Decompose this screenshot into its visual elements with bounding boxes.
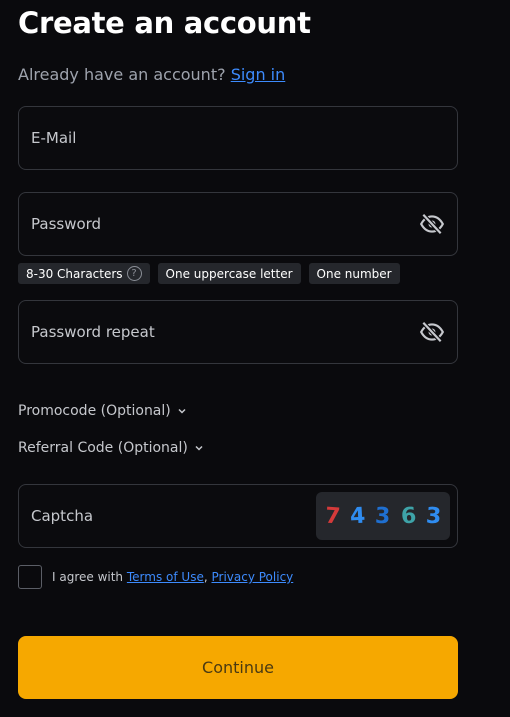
password-field[interactable] bbox=[18, 192, 458, 256]
promocode-label: Promocode (Optional) bbox=[18, 403, 171, 419]
terms-checkbox[interactable] bbox=[18, 565, 42, 589]
captcha-image: 7 4 3 6 3 bbox=[316, 492, 450, 540]
privacy-link[interactable]: Privacy Policy bbox=[211, 570, 293, 584]
terms-link[interactable]: Terms of Use bbox=[127, 570, 204, 584]
captcha-digit: 6 bbox=[399, 502, 417, 530]
signin-prompt: Already have an account? bbox=[18, 65, 226, 84]
signin-line: Already have an account? Sign in bbox=[18, 65, 285, 84]
password-rules: 8-30 Characters ? One uppercase letter O… bbox=[18, 263, 400, 284]
rule-length-chip: 8-30 Characters ? bbox=[18, 263, 150, 284]
captcha-digit: 3 bbox=[374, 503, 392, 529]
eye-off-icon[interactable] bbox=[419, 319, 445, 345]
captcha-field[interactable]: 7 4 3 6 3 bbox=[18, 484, 458, 548]
help-circle-icon[interactable]: ? bbox=[126, 266, 142, 281]
chevron-down-icon bbox=[178, 408, 186, 414]
promocode-toggle[interactable]: Promocode (Optional) bbox=[18, 403, 187, 419]
terms-agreement: I agree with Terms of Use, Privacy Polic… bbox=[18, 565, 293, 589]
password-repeat-field[interactable] bbox=[18, 300, 458, 364]
chevron-down-icon bbox=[195, 445, 203, 451]
referral-toggle[interactable]: Referral Code (Optional) bbox=[18, 440, 204, 456]
email-input[interactable] bbox=[31, 107, 401, 169]
agree-separator: , bbox=[203, 570, 208, 584]
continue-button[interactable]: Continue bbox=[18, 636, 458, 699]
referral-label: Referral Code (Optional) bbox=[18, 440, 188, 456]
email-field[interactable] bbox=[18, 106, 458, 170]
signin-link[interactable]: Sign in bbox=[231, 65, 286, 84]
rule-length-label: 8-30 Characters bbox=[26, 266, 123, 281]
captcha-digit: 4 bbox=[349, 503, 367, 529]
rule-number-chip: One number bbox=[308, 263, 400, 284]
password-repeat-input[interactable] bbox=[31, 301, 401, 363]
password-input[interactable] bbox=[31, 193, 401, 255]
eye-off-icon[interactable] bbox=[419, 211, 445, 237]
agree-prefix: I agree with bbox=[52, 570, 124, 584]
signup-page: Create an account Already have an accoun… bbox=[0, 0, 510, 717]
rule-number-label: One number bbox=[316, 266, 392, 281]
captcha-digit: 7 bbox=[324, 502, 342, 530]
captcha-digit: 3 bbox=[425, 503, 442, 529]
page-title: Create an account bbox=[18, 6, 311, 40]
rule-uppercase-label: One uppercase letter bbox=[165, 266, 293, 281]
rule-uppercase-chip: One uppercase letter bbox=[157, 263, 301, 284]
